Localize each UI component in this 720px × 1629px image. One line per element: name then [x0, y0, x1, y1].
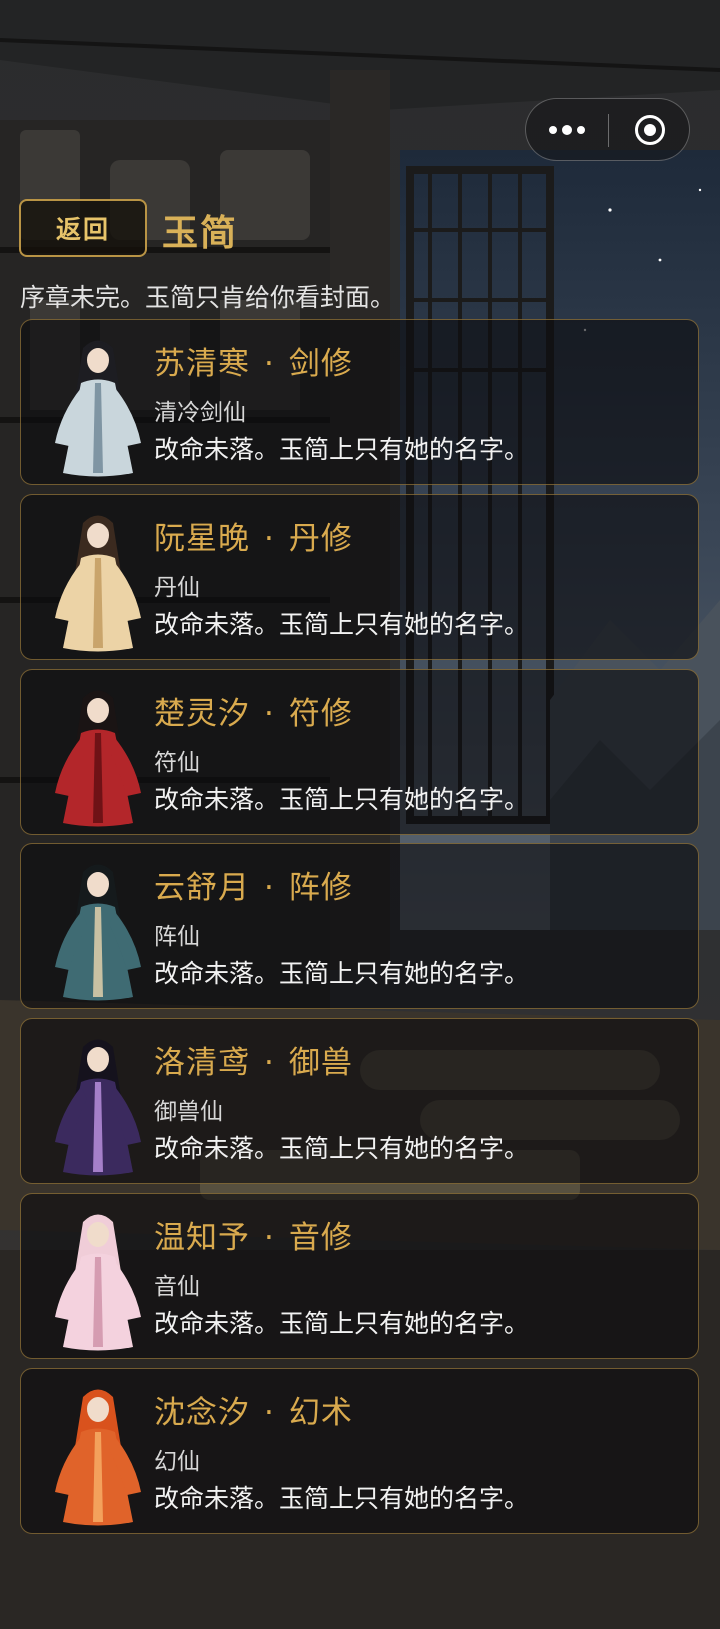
character-card[interactable]: 苏清寒 · 剑修 清冷剑仙 改命未落。玉简上只有她的名字。 [20, 319, 699, 485]
character-title: 清冷剑仙 [154, 400, 246, 426]
name-separator: · [264, 870, 275, 906]
character-portrait [55, 690, 141, 827]
character-card[interactable]: 阮星晚 · 丹修 丹仙 改命未落。玉简上只有她的名字。 [20, 494, 699, 660]
character-portrait [55, 1389, 141, 1526]
target-icon[interactable] [609, 99, 691, 160]
character-name-line: 沈念汐 · 幻术 [154, 1387, 353, 1432]
page-subtitle: 序章未完。玉简只肯给你看封面。 [20, 283, 396, 312]
character-desc: 改命未落。玉简上只有她的名字。 [154, 785, 530, 814]
character-card[interactable]: 沈念汐 · 幻术 幻仙 改命未落。玉简上只有她的名字。 [20, 1368, 699, 1534]
name-separator: · [264, 521, 275, 557]
character-portrait [55, 340, 141, 477]
name-separator: · [264, 696, 275, 732]
character-name: 云舒月 [154, 870, 250, 906]
character-name: 沈念汐 [154, 1395, 250, 1431]
name-separator: · [264, 346, 275, 382]
character-school: 御兽 [288, 1045, 353, 1081]
character-name-line: 温知予 · 音修 [154, 1212, 353, 1257]
page-title: 玉简 [162, 213, 239, 254]
character-school: 阵修 [288, 870, 353, 906]
character-name: 温知予 [154, 1220, 250, 1256]
character-card[interactable]: 温知予 · 音修 音仙 改命未落。玉简上只有她的名字。 [20, 1193, 699, 1359]
character-name-line: 云舒月 · 阵修 [154, 862, 353, 907]
character-card[interactable]: 云舒月 · 阵修 阵仙 改命未落。玉简上只有她的名字。 [20, 843, 699, 1009]
character-name: 阮星晚 [154, 521, 250, 557]
character-title: 御兽仙 [154, 1099, 223, 1125]
character-title: 丹仙 [154, 575, 200, 601]
character-school: 剑修 [288, 346, 353, 382]
character-desc: 改命未落。玉简上只有她的名字。 [154, 1309, 530, 1338]
character-portrait [55, 515, 141, 652]
character-name-line: 洛清鸢 · 御兽 [154, 1037, 353, 1082]
name-separator: · [264, 1220, 275, 1256]
name-separator: · [264, 1045, 275, 1081]
character-title: 幻仙 [154, 1449, 200, 1475]
character-school: 符修 [288, 696, 353, 732]
character-title: 阵仙 [154, 924, 200, 950]
character-desc: 改命未落。玉简上只有她的名字。 [154, 1484, 530, 1513]
character-school: 丹修 [288, 521, 353, 557]
character-name: 洛清鸢 [154, 1045, 250, 1081]
mini-program-capsule [525, 98, 690, 161]
character-card[interactable]: 楚灵汐 · 符修 符仙 改命未落。玉简上只有她的名字。 [20, 669, 699, 835]
character-desc: 改命未落。玉简上只有她的名字。 [154, 1134, 530, 1163]
character-title: 音仙 [154, 1274, 200, 1300]
character-portrait [55, 1214, 141, 1351]
name-separator: · [264, 1395, 275, 1431]
character-name: 楚灵汐 [154, 696, 250, 732]
character-desc: 改命未落。玉简上只有她的名字。 [154, 435, 530, 464]
character-portrait [55, 864, 141, 1001]
character-card[interactable]: 洛清鸢 · 御兽 御兽仙 改命未落。玉简上只有她的名字。 [20, 1018, 699, 1184]
character-name-line: 苏清寒 · 剑修 [154, 338, 353, 383]
character-name-line: 阮星晚 · 丹修 [154, 513, 353, 558]
character-title: 符仙 [154, 750, 200, 776]
back-button[interactable]: 返回 [19, 199, 147, 257]
character-desc: 改命未落。玉简上只有她的名字。 [154, 610, 530, 639]
character-name-line: 楚灵汐 · 符修 [154, 688, 353, 733]
character-school: 音修 [288, 1220, 353, 1256]
more-dots-icon[interactable] [526, 99, 608, 160]
character-portrait [55, 1039, 141, 1176]
character-school: 幻术 [288, 1395, 353, 1431]
character-name: 苏清寒 [154, 346, 250, 382]
character-desc: 改命未落。玉简上只有她的名字。 [154, 959, 530, 988]
